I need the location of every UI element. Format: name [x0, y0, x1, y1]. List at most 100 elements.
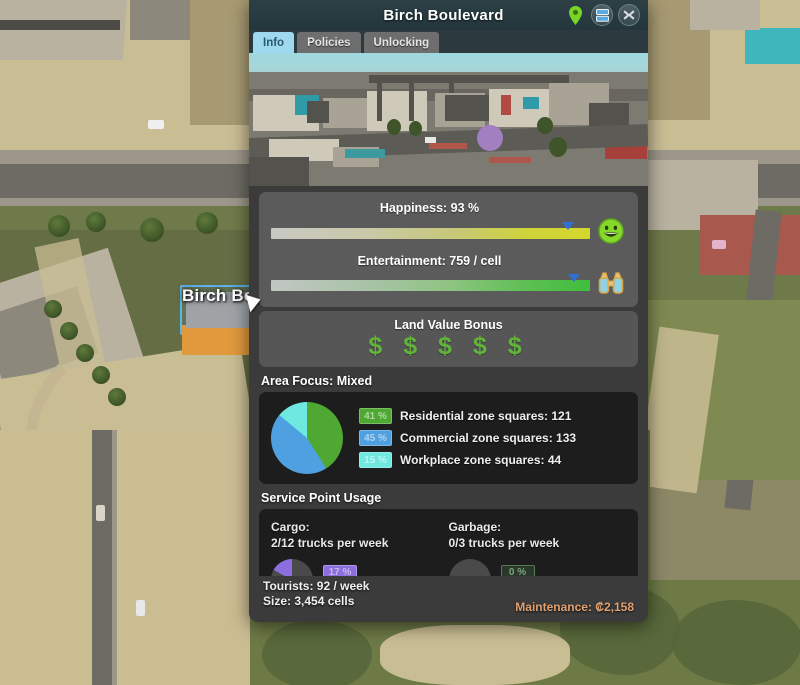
panel-title-bar: Birch Boulevard — [249, 0, 648, 30]
garbage-detail: 0/3 trucks per week — [448, 536, 560, 551]
tab-policies[interactable]: Policies — [297, 32, 361, 53]
building — [130, 0, 190, 40]
building — [690, 0, 760, 30]
residential-label: Residential zone squares: 121 — [400, 409, 572, 424]
preview-pillar — [409, 81, 414, 121]
workplace-percent-badge: 15 % — [359, 452, 392, 469]
vehicle — [136, 600, 145, 616]
area-focus-title: Area Focus: Mixed — [261, 374, 373, 389]
preview-building — [323, 98, 367, 128]
tree — [86, 212, 106, 232]
tree — [60, 322, 78, 340]
preview-building — [249, 157, 309, 186]
happy-face-icon — [596, 218, 626, 248]
service-usage-title: Service Point Usage — [261, 491, 382, 506]
policies-icon[interactable] — [591, 4, 613, 26]
cargo-percent-badge: 17 % — [323, 565, 357, 576]
district-preview-image — [249, 53, 648, 186]
building-roofline — [0, 20, 120, 30]
meters-card: Happiness: 93 % Entertainment: 759 / cel… — [259, 192, 638, 307]
preview-tree — [409, 121, 422, 136]
service-item-garbage: Garbage: 0/3 trucks per week 0 % capacit… — [448, 519, 627, 576]
cargo-name: Cargo: — [271, 520, 310, 535]
entertainment-meter: Entertainment: 759 / cell — [271, 254, 626, 299]
legend-item-workplace: 15 % Workplace zone squares: 44 — [359, 452, 576, 469]
happiness-bar — [271, 221, 590, 239]
vehicle — [96, 505, 105, 521]
maintenance-stat: Maintenance: ₡2,158 — [515, 600, 634, 614]
preview-pillar — [377, 81, 382, 121]
preview-vehicle — [489, 157, 531, 163]
garbage-name: Garbage: — [448, 520, 502, 535]
land-value-title: Land Value Bonus — [394, 318, 503, 332]
residential-percent-badge: 41 % — [359, 408, 392, 425]
title-bar-actions — [564, 4, 648, 26]
panel-tabs[interactable]: Info Policies Unlocking — [249, 30, 648, 53]
page-title: Birch Boulevard — [383, 6, 504, 24]
preview-tree — [387, 119, 401, 135]
preview-tree — [537, 117, 553, 134]
panel-body: Happiness: 93 % Entertainment: 759 / cel… — [249, 186, 648, 576]
preview-building — [501, 95, 511, 115]
vehicle — [148, 120, 164, 129]
entertainment-bar — [271, 273, 590, 291]
preview-building — [523, 97, 539, 109]
preview-tree — [549, 137, 567, 157]
size-stat: Size: 3,454 cells — [263, 594, 355, 608]
tree — [76, 344, 94, 362]
cargo-detail: 2/12 trucks per week — [271, 536, 389, 551]
preview-bus — [345, 149, 385, 158]
land-value-card: Land Value Bonus $ $ $ $ $ — [259, 311, 638, 368]
legend-item-commercial: 45 % Commercial zone squares: 133 — [359, 430, 577, 447]
pool — [745, 28, 800, 64]
plaza — [0, 430, 250, 685]
commercial-label: Commercial zone squares: 133 — [400, 431, 577, 446]
service-usage-card: Cargo: 2/12 trucks per week 17 % capacit… — [259, 509, 638, 576]
road-edge — [112, 430, 117, 685]
commercial-percent-badge: 45 % — [359, 430, 392, 447]
area-focus-card: 41 % Residential zone squares: 121 45 % … — [259, 392, 638, 485]
cargo-capacity-gauge — [271, 558, 313, 576]
building — [0, 0, 128, 60]
zone-legend: 41 % Residential zone squares: 121 45 % … — [359, 408, 577, 469]
land-value-rating: $ $ $ $ $ — [368, 332, 529, 360]
tree — [140, 218, 164, 242]
zone-distribution-pie-chart — [271, 402, 343, 475]
binoculars-icon — [596, 271, 626, 299]
happiness-meter: Happiness: 93 % — [271, 201, 626, 248]
preview-overpass — [369, 75, 569, 83]
world-district-label: Birch Bo — [182, 286, 255, 305]
happiness-marker — [561, 221, 574, 230]
panel-footer: Tourists: 92 / week Size: 3,454 cells Ma… — [249, 576, 648, 622]
tree — [44, 300, 62, 318]
vehicle — [712, 240, 726, 249]
entertainment-marker — [568, 273, 581, 282]
workplace-label: Workplace zone squares: 44 — [400, 453, 562, 468]
entertainment-bar-fill — [271, 279, 590, 291]
preview-building — [307, 101, 329, 123]
service-item-cargo: Cargo: 2/12 trucks per week 17 % capacit… — [271, 519, 449, 576]
tree — [48, 215, 70, 237]
preview-vehicle — [429, 143, 467, 149]
tourists-stat: Tourists: 92 / week — [263, 579, 370, 593]
district-info-panel[interactable]: Birch Boulevard Info Policies Unlocking … — [249, 0, 648, 622]
preview-building — [445, 95, 489, 121]
tab-unlocking[interactable]: Unlocking — [363, 32, 440, 53]
entertainment-label: Entertainment: 759 / cell — [357, 254, 502, 268]
preview-vehicle — [425, 137, 436, 143]
happiness-bar-fill — [271, 227, 590, 239]
close-icon[interactable] — [618, 4, 640, 26]
tree — [108, 388, 126, 406]
happiness-label: Happiness: 93 % — [379, 201, 480, 215]
garbage-capacity-gauge — [448, 558, 491, 576]
beach — [380, 625, 570, 685]
tab-info[interactable]: Info — [253, 32, 295, 53]
area-focus-section: Area Focus: Mixed 41 % Residential zone … — [259, 374, 638, 485]
tree — [92, 366, 110, 384]
vegetation — [262, 620, 372, 685]
map-pin-icon[interactable] — [564, 4, 586, 26]
legend-item-residential: 41 % Residential zone squares: 121 — [359, 408, 576, 425]
service-usage-section: Service Point Usage Cargo: 2/12 trucks p… — [259, 491, 638, 576]
tree — [196, 212, 218, 234]
garbage-percent-badge: 0 % — [500, 565, 535, 576]
